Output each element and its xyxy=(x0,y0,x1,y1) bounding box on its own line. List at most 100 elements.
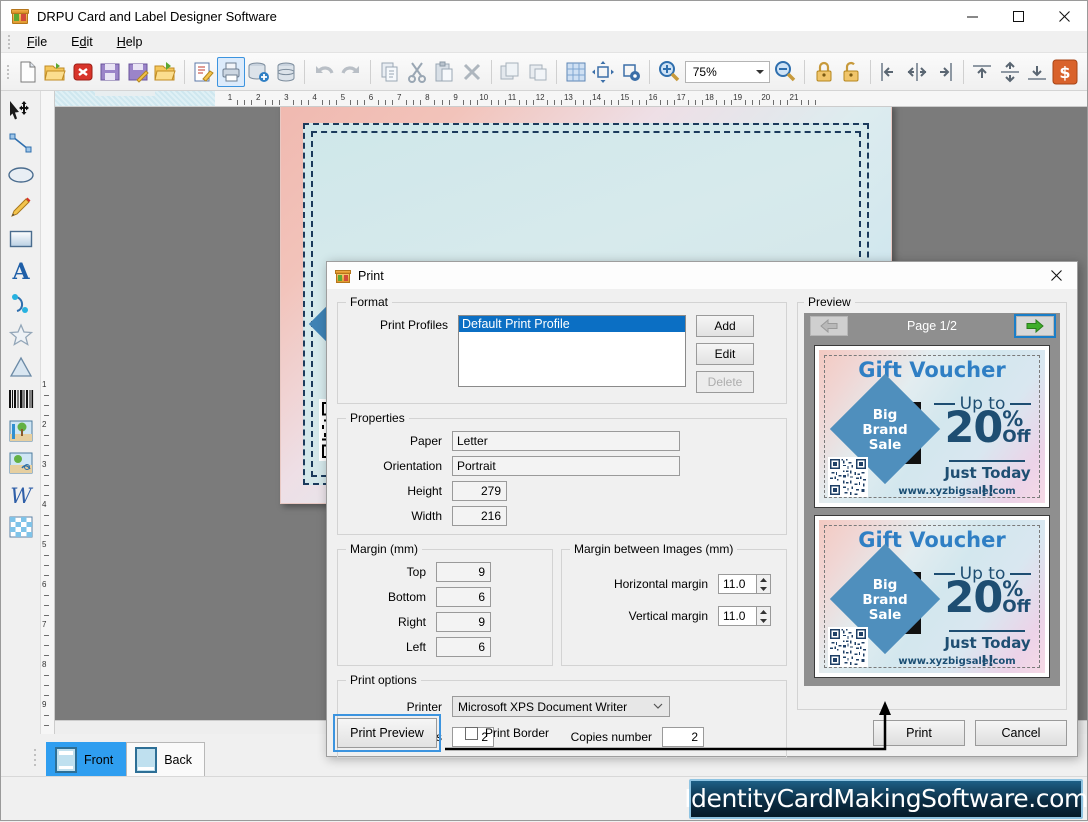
margin-right-field[interactable]: 9 xyxy=(436,612,491,632)
lock-icon[interactable] xyxy=(810,57,837,87)
triangle-tool[interactable] xyxy=(4,351,38,383)
undo-icon[interactable] xyxy=(310,57,337,87)
horizontal-margin-spinner[interactable]: 11.0 xyxy=(718,574,771,594)
tab-back[interactable]: Back xyxy=(126,742,205,776)
margin-bottom-field[interactable]: 6 xyxy=(436,587,491,607)
barcode-tool[interactable] xyxy=(4,383,38,415)
maximize-button[interactable] xyxy=(995,1,1041,31)
currency-icon[interactable]: $ xyxy=(1051,57,1079,87)
open-icon[interactable] xyxy=(42,57,69,87)
print-preview-button[interactable]: Print Preview xyxy=(333,714,441,752)
vertical-margin-stepper[interactable] xyxy=(756,606,771,626)
star-tool[interactable] xyxy=(4,319,38,351)
margin-left-field[interactable]: 6 xyxy=(436,637,491,657)
object-settings-icon[interactable] xyxy=(617,57,644,87)
orientation-field[interactable]: Portrait xyxy=(452,456,680,476)
group-icon[interactable] xyxy=(524,57,551,87)
edit-profile-button[interactable]: Edit xyxy=(696,343,754,365)
ruler-number: 4 xyxy=(42,500,47,509)
preview-card-2[interactable]: Gift Voucher Big Brand Sale Up to 20 % O… xyxy=(814,515,1050,678)
save-icon[interactable] xyxy=(97,57,124,87)
cancel-button[interactable]: Cancel xyxy=(975,720,1067,746)
add-profile-button[interactable]: Add xyxy=(696,315,754,337)
preview-card-1[interactable]: Gift Voucher Big Brand Sale Up to 20 % O… xyxy=(814,345,1050,508)
menu-file[interactable]: FFileile xyxy=(15,33,59,51)
copy-icon[interactable] xyxy=(376,57,403,87)
vertical-margin-spinner[interactable]: 11.0 xyxy=(718,606,771,626)
zoom-in-icon[interactable] xyxy=(655,57,682,87)
import-icon[interactable] xyxy=(151,57,178,87)
pencil-tool[interactable] xyxy=(4,191,38,223)
delete-icon[interactable] xyxy=(458,57,485,87)
save-as-icon[interactable] xyxy=(124,57,151,87)
preview-next-button[interactable] xyxy=(1013,314,1056,338)
margins-row: Margin (mm) Top 9 Bottom 6 Right 9 Left … xyxy=(337,542,787,673)
print-dialog-title: Print xyxy=(358,268,384,283)
minimize-button[interactable] xyxy=(949,1,995,31)
background-tool[interactable] xyxy=(4,511,38,543)
grid-icon[interactable] xyxy=(562,57,589,87)
spinner-down-icon[interactable] xyxy=(757,616,770,625)
align-middle-icon[interactable] xyxy=(996,57,1023,87)
height-field[interactable]: 279 xyxy=(452,481,507,501)
width-field[interactable]: 216 xyxy=(452,506,507,526)
chevron-down-icon[interactable] xyxy=(647,703,669,710)
database-add-icon[interactable] xyxy=(245,57,272,87)
chevron-down-icon[interactable] xyxy=(755,69,764,74)
zoom-level-combo[interactable]: 75% xyxy=(684,60,770,83)
watermark-tool[interactable]: W xyxy=(4,479,38,511)
arc-text-tool[interactable] xyxy=(4,287,38,319)
print-dialog-close-button[interactable] xyxy=(1035,262,1077,289)
voucher-rule-right xyxy=(1010,403,1031,405)
spinner-up-icon[interactable] xyxy=(757,575,770,584)
print-border-checkbox-row[interactable]: Print Border xyxy=(465,726,549,740)
voucher-divider xyxy=(949,460,1025,462)
close-button[interactable] xyxy=(1041,1,1087,31)
horizontal-margin-value[interactable]: 11.0 xyxy=(718,574,756,594)
unlock-icon[interactable] xyxy=(837,57,864,87)
line-tool[interactable] xyxy=(4,127,38,159)
vertical-margin-value[interactable]: 11.0 xyxy=(718,606,756,626)
ruler-tick xyxy=(300,100,302,105)
align-center-h-icon[interactable] xyxy=(903,57,930,87)
spinner-down-icon[interactable] xyxy=(757,584,770,593)
print-border-checkbox[interactable] xyxy=(465,726,478,740)
signature-tool[interactable] xyxy=(4,447,38,479)
move-object-icon[interactable] xyxy=(590,57,617,87)
svg-text:A: A xyxy=(11,259,30,283)
ruler-tick xyxy=(44,605,49,606)
ellipse-tool[interactable] xyxy=(4,159,38,191)
align-left-icon[interactable] xyxy=(876,57,903,87)
spinner-up-icon[interactable] xyxy=(757,607,770,616)
text-tool[interactable]: A xyxy=(4,255,38,287)
align-right-icon[interactable] xyxy=(930,57,957,87)
menu-edit[interactable]: Edit xyxy=(59,33,105,51)
delete-profile-button[interactable]: Delete xyxy=(696,371,754,393)
print-profile-selected-item[interactable]: Default Print Profile xyxy=(459,316,685,332)
print-icon[interactable] xyxy=(217,56,245,87)
voucher-badge-line-2: Brand xyxy=(862,421,908,438)
zoom-out-icon[interactable] xyxy=(772,57,799,87)
close-document-icon[interactable] xyxy=(69,57,96,87)
new-icon[interactable] xyxy=(14,57,41,87)
menu-help[interactable]: Help xyxy=(105,33,155,51)
rectangle-tool[interactable] xyxy=(4,223,38,255)
preview-prev-button[interactable] xyxy=(810,316,848,336)
select-tool[interactable] xyxy=(4,95,38,127)
margin-top-field[interactable]: 9 xyxy=(436,562,491,582)
ruler-tick xyxy=(702,100,704,105)
print-profiles-list[interactable]: Default Print Profile xyxy=(458,315,686,387)
redo-icon[interactable] xyxy=(338,57,365,87)
duplicate-icon[interactable] xyxy=(496,57,523,87)
paper-field[interactable]: Letter xyxy=(452,431,680,451)
paste-icon[interactable] xyxy=(431,57,458,87)
horizontal-margin-stepper[interactable] xyxy=(756,574,771,594)
align-top-icon[interactable] xyxy=(969,57,996,87)
tab-front[interactable]: Front xyxy=(46,742,127,776)
cut-icon[interactable] xyxy=(403,57,430,87)
database-icon[interactable] xyxy=(272,57,299,87)
align-bottom-icon[interactable] xyxy=(1023,57,1050,87)
edit-document-icon[interactable] xyxy=(190,57,217,87)
print-button[interactable]: Print xyxy=(873,720,965,746)
image-tool[interactable] xyxy=(4,415,38,447)
